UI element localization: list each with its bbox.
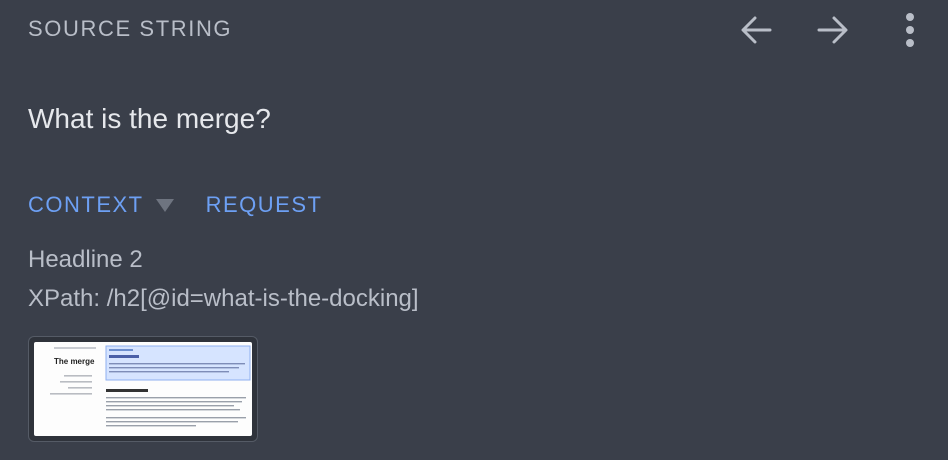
screenshot-heading: The merge bbox=[54, 357, 95, 366]
tab-context[interactable]: CONTEXT bbox=[28, 192, 174, 218]
more-vert-icon bbox=[906, 13, 914, 47]
previous-button[interactable] bbox=[736, 10, 776, 50]
next-button[interactable] bbox=[813, 10, 853, 50]
nav-controls bbox=[736, 10, 930, 50]
arrow-right-icon bbox=[817, 16, 848, 44]
tab-request[interactable]: REQUEST bbox=[206, 192, 323, 218]
more-options-button[interactable] bbox=[890, 10, 930, 50]
section-title: SOURCE STRING bbox=[28, 16, 233, 41]
tab-bar: CONTEXT REQUEST bbox=[28, 192, 322, 218]
source-string-text: What is the merge? bbox=[28, 103, 271, 134]
context-element-type: Headline 2 bbox=[28, 246, 143, 273]
screenshot-image: The merge bbox=[34, 342, 252, 436]
caret-down-icon bbox=[155, 198, 174, 212]
screenshot-preview: The merge bbox=[50, 345, 251, 427]
tab-context-label: CONTEXT bbox=[28, 192, 144, 217]
context-xpath: XPath: /h2[@id=what-is-the-docking] bbox=[28, 285, 419, 312]
arrow-left-icon bbox=[741, 16, 772, 44]
context-screenshot-thumbnail[interactable]: The merge bbox=[28, 336, 258, 442]
